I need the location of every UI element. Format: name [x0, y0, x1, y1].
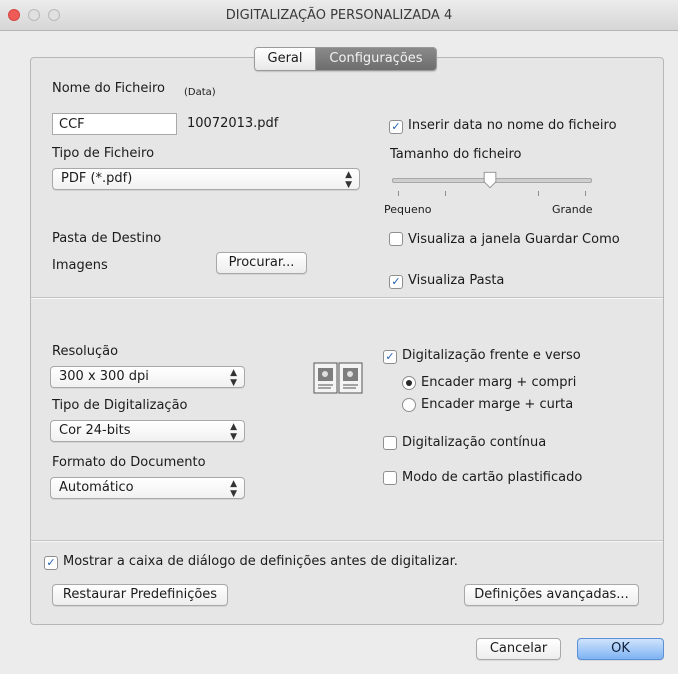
show-folder-checkbox[interactable]: ✓	[389, 275, 403, 289]
date-hint-label: (Data)	[184, 87, 216, 98]
section-divider	[31, 297, 663, 299]
continuous-scan-label: Digitalização contínua	[402, 435, 547, 450]
scan-type-select[interactable]: Cor 24-bits ▲ ▼	[50, 420, 245, 442]
popup-arrows-icon: ▲ ▼	[230, 422, 237, 442]
card-mode-checkbox[interactable]	[383, 471, 397, 485]
file-type-select[interactable]: PDF (*.pdf) ▲ ▼	[52, 168, 360, 190]
tab-configuracoes[interactable]: Configurações	[316, 48, 436, 70]
file-type-value: PDF (*.pdf)	[61, 171, 133, 186]
browse-button[interactable]: Procurar...	[216, 252, 307, 274]
destination-folder-value: Imagens	[52, 258, 108, 273]
insert-date-checkbox[interactable]: ✓	[389, 120, 403, 134]
resolution-select[interactable]: 300 x 300 dpi ▲ ▼	[50, 366, 245, 388]
slider-tick	[538, 191, 539, 196]
insert-date-label: Inserir data no nome do ficheiro	[408, 118, 617, 133]
slider-tick	[398, 191, 399, 196]
scan-type-value: Cor 24-bits	[59, 423, 131, 438]
resolution-value: 300 x 300 dpi	[59, 369, 149, 384]
continuous-scan-checkbox[interactable]	[383, 436, 397, 450]
file-type-label: Tipo de Ficheiro	[52, 146, 155, 161]
card-mode-label: Modo de cartão plastificado	[402, 470, 583, 485]
file-name-input[interactable]: CCF	[52, 113, 177, 135]
show-dialog-checkbox[interactable]: ✓	[44, 556, 58, 570]
document-size-select[interactable]: Automático ▲ ▼	[50, 477, 245, 499]
document-size-value: Automático	[59, 480, 134, 495]
scan-type-label: Tipo de Digitalização	[52, 398, 188, 413]
window-title: DIGITALIZAÇÃO PERSONALIZADA 4	[225, 8, 453, 23]
tab-geral[interactable]: Geral	[255, 48, 316, 70]
show-save-as-checkbox[interactable]	[389, 232, 403, 246]
slider-tick	[585, 191, 586, 196]
resolution-label: Resolução	[52, 344, 119, 359]
file-size-max-label: Grande	[552, 203, 593, 216]
file-size-min-label: Pequeno	[384, 203, 432, 216]
restore-defaults-button[interactable]: Restaurar Predefinições	[52, 584, 228, 606]
file-size-label: Tamanho do ficheiro	[390, 147, 522, 162]
long-edge-radio[interactable]	[402, 376, 416, 390]
show-folder-label: Visualiza Pasta	[408, 273, 505, 288]
file-name-suffix: 10072013.pdf	[187, 116, 279, 131]
slider-tick	[445, 191, 446, 196]
long-edge-label: Encader marg + compri	[421, 375, 577, 390]
section-divider	[31, 540, 663, 542]
advanced-settings-button[interactable]: Definições avançadas...	[464, 584, 639, 606]
document-size-label: Formato do Documento	[52, 455, 206, 470]
show-dialog-label: Mostrar a caixa de diálogo de definições…	[63, 554, 458, 569]
destination-folder-label: Pasta de Destino	[52, 231, 162, 246]
duplex-label: Digitalização frente e verso	[402, 348, 581, 363]
duplex-checkbox[interactable]: ✓	[383, 350, 397, 364]
short-edge-radio[interactable]	[402, 398, 416, 412]
ok-button[interactable]: OK	[577, 638, 664, 660]
popup-arrows-icon: ▲ ▼	[345, 170, 352, 190]
show-save-as-label: Visualiza a janela Guardar Como	[408, 232, 620, 247]
cancel-button[interactable]: Cancelar	[476, 638, 561, 660]
duplex-scan-icon	[313, 362, 363, 394]
tab-bar: Geral Configurações	[254, 47, 437, 71]
popup-arrows-icon: ▲ ▼	[230, 479, 237, 499]
file-name-label: Nome do Ficheiro	[52, 81, 165, 96]
file-size-slider-thumb[interactable]	[482, 171, 498, 189]
popup-arrows-icon: ▲ ▼	[230, 368, 237, 388]
short-edge-label: Encader marge + curta	[421, 397, 574, 412]
